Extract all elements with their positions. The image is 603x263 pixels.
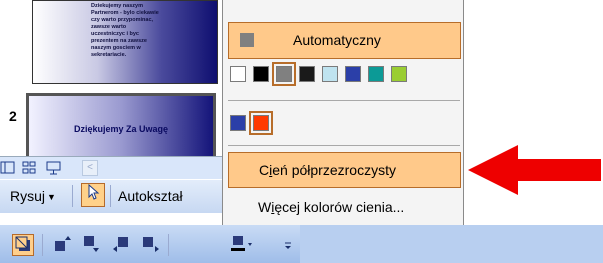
color-swatch[interactable]: [230, 66, 246, 82]
color-swatch[interactable]: [253, 66, 269, 82]
view-buttons-bar: <: [0, 156, 222, 179]
slide-number-2: 2: [9, 108, 17, 124]
autoshapes-menu-button[interactable]: Autokształ: [118, 188, 183, 204]
menu-separator: [228, 100, 460, 101]
drawing-toolbar: Rysuj ▼ Autokształ: [0, 180, 222, 213]
menu-separator: [228, 145, 460, 146]
shadow-toggle-icon: [15, 236, 30, 251]
color-swatch[interactable]: [299, 66, 315, 82]
slide-thumbnails-pane: Dziekujemy naszym Partnerom - bylo cieka…: [0, 0, 222, 159]
shadow-color-menu: Automatyczny Cień półprzezroczysty Więce…: [222, 0, 464, 225]
recent-color-swatch[interactable]: [230, 115, 246, 131]
slide-2-title: Dziękujemy Za Uwagę: [73, 124, 169, 134]
nudge-up-icon: [55, 236, 71, 251]
slide-thumbnail-2[interactable]: Dziękujemy Za Uwagę: [26, 93, 216, 159]
toolbar-separator: [168, 234, 169, 256]
shadow-settings-toolbar: [0, 225, 603, 263]
toolbar-options-button[interactable]: [283, 234, 293, 256]
nudge-shadow-left-button[interactable]: [110, 234, 132, 256]
automatic-color-label: Automatyczny: [293, 32, 381, 48]
normal-view-icon[interactable]: [0, 160, 15, 175]
color-swatch[interactable]: [391, 66, 407, 82]
toolbar-empty-area: [300, 225, 603, 263]
slideshow-view-icon[interactable]: [46, 160, 61, 175]
color-swatch[interactable]: [368, 66, 384, 82]
toolbar-separator: [42, 234, 43, 256]
color-swatch[interactable]: [322, 66, 338, 82]
nudge-shadow-up-button[interactable]: [52, 234, 74, 256]
shadow-color-button[interactable]: [228, 234, 256, 256]
toolbar-options-icon: [285, 242, 291, 249]
nudge-right-icon: [143, 237, 159, 252]
more-shadow-colors-label: Więcej kolorów cienia...: [258, 199, 405, 215]
shadow-color-icon: [231, 236, 252, 251]
shadow-on-off-button[interactable]: [12, 234, 34, 256]
recent-color-swatch[interactable]: [249, 111, 273, 135]
nudge-shadow-down-button[interactable]: [80, 234, 102, 256]
toolbar-separator: [72, 185, 73, 207]
more-shadow-colors-option[interactable]: Więcej kolorów cienia...: [228, 190, 461, 226]
nudge-shadow-right-button[interactable]: [140, 234, 162, 256]
cursor-icon: [88, 183, 100, 200]
color-swatch[interactable]: [345, 66, 361, 82]
toolbar-separator: [110, 185, 111, 207]
autoshapes-label: Autokształ: [118, 188, 183, 204]
draw-menu-label: Rysuj: [10, 188, 46, 204]
semi-transparent-shadow-option[interactable]: Cień półprzezroczysty: [228, 152, 461, 188]
scroll-left-button[interactable]: <: [82, 160, 98, 176]
slide-thumbnail-1[interactable]: Dziekujemy naszym Partnerom - bylo cieka…: [32, 0, 218, 84]
automatic-color-option[interactable]: Automatyczny: [228, 22, 461, 59]
semi-transparent-shadow-label: Cień półprzezroczysty: [259, 162, 396, 178]
chevron-down-icon: ▼: [47, 192, 56, 203]
color-swatch[interactable]: [272, 62, 296, 86]
slide-sorter-view-icon[interactable]: [22, 160, 37, 175]
select-objects-button[interactable]: [81, 183, 105, 207]
slide-1-text: Dziekujemy naszym Partnerom - bylo cieka…: [91, 3, 159, 58]
nudge-left-icon: [113, 237, 128, 252]
nudge-down-icon: [84, 236, 99, 252]
red-arrow-annotation: [468, 145, 601, 195]
draw-menu-button[interactable]: Rysuj ▼: [10, 188, 56, 204]
automatic-color-swatch: [240, 33, 254, 47]
